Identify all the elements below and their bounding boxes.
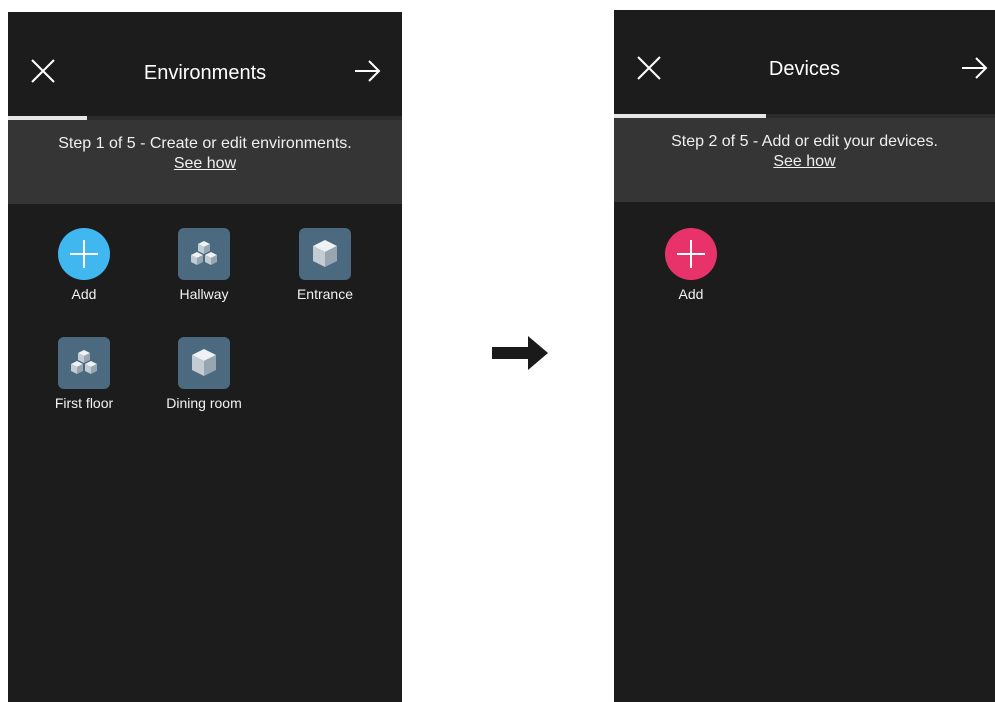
environment-tile-entrance[interactable]: Entrance <box>270 228 380 302</box>
top-bar: Devices <box>614 10 995 114</box>
environment-tile-hallway[interactable]: Hallway <box>149 228 259 302</box>
tile-label: Add <box>678 286 704 302</box>
add-environment-button[interactable]: Add <box>29 228 139 302</box>
multi-cube-icon <box>178 228 230 280</box>
tile-label: Dining room <box>166 395 242 411</box>
step-text: Step 1 of 5 - Create or edit environment… <box>58 135 352 152</box>
cube-icon <box>299 228 351 280</box>
tile-label: Hallway <box>179 286 229 302</box>
add-icon <box>665 228 717 280</box>
top-bar: Environments <box>8 12 402 116</box>
multi-cube-icon <box>58 337 110 389</box>
transition-arrow-icon <box>492 336 548 370</box>
page-title: Environments <box>143 62 267 84</box>
next-arrow-icon[interactable] <box>959 53 989 83</box>
tile-label: First floor <box>54 395 114 411</box>
next-arrow-icon[interactable] <box>352 56 382 86</box>
see-how-link[interactable]: See how <box>773 153 835 171</box>
tile-label: Add <box>71 286 97 302</box>
see-how-link[interactable]: See how <box>174 155 236 173</box>
page-title: Devices <box>768 58 841 80</box>
step-banner: Step 2 of 5 - Add or edit your devices. … <box>614 118 995 202</box>
tile-label: Entrance <box>296 286 354 302</box>
step-banner: Step 1 of 5 - Create or edit environment… <box>8 120 402 204</box>
devices-screen: Devices Step 2 of 5 - Add or edit your d… <box>614 10 995 702</box>
add-device-button[interactable]: Add <box>636 228 746 302</box>
cube-icon <box>178 337 230 389</box>
environment-tile-dining-room[interactable]: Dining room <box>149 337 259 411</box>
environments-screen: Environments Step 1 of 5 - Create or edi… <box>8 12 402 702</box>
add-icon <box>58 228 110 280</box>
step-text: Step 2 of 5 - Add or edit your devices. <box>671 133 938 150</box>
environment-tile-first-floor[interactable]: First floor <box>29 337 139 411</box>
